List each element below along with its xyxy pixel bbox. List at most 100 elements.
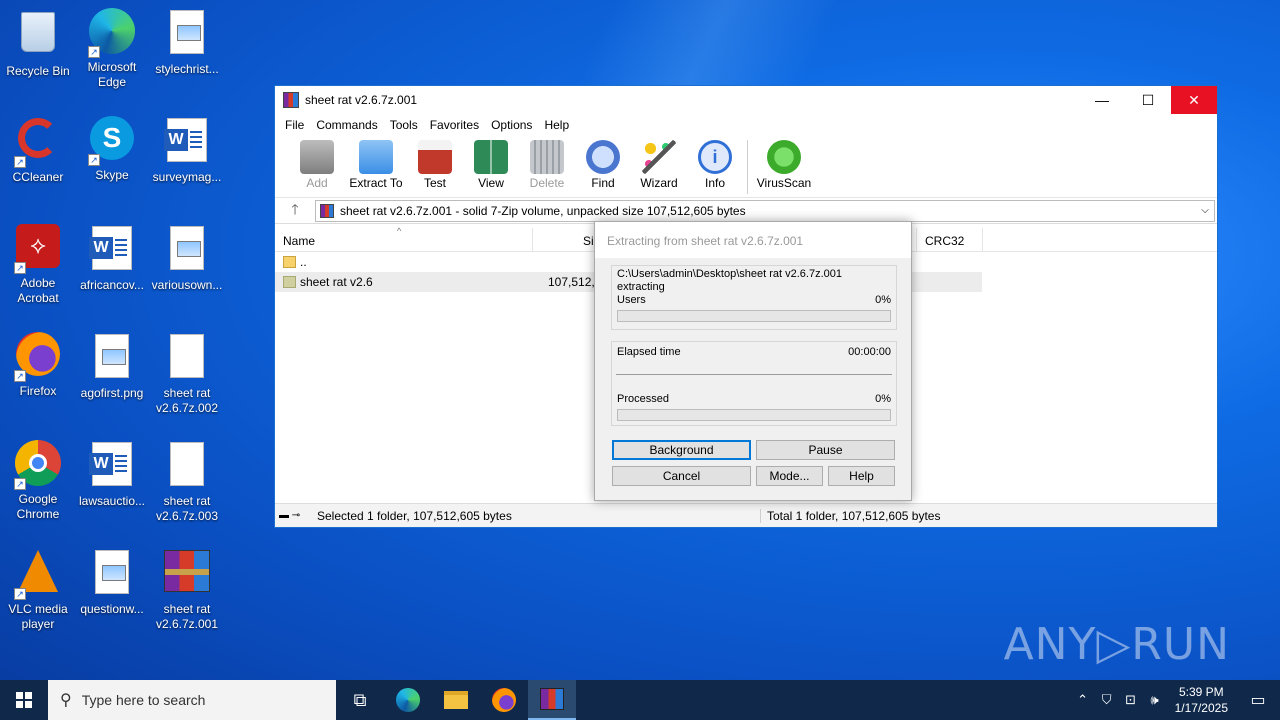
clock-time: 5:39 PM: [1178, 685, 1224, 699]
status-bar: ▬ ⊸ Selected 1 folder, 107,512,605 bytes…: [275, 503, 1217, 527]
desktop-icon-lawsauctio[interactable]: W lawsauctio...: [74, 440, 150, 509]
start-button[interactable]: [0, 680, 48, 720]
desktop-icon-microsoft-edge[interactable]: ↗ Microsoft Edge: [74, 8, 150, 90]
add-button-label: Add: [306, 176, 328, 190]
desktop-icon-sheet-rat-001[interactable]: sheet rat v2.6.7z.001: [149, 548, 225, 632]
column-header-crc32[interactable]: CRC32: [917, 228, 983, 251]
desktop-icon-africancov[interactable]: W africancov...: [74, 224, 150, 293]
shortcut-arrow-icon: ↗: [14, 478, 26, 490]
menu-options[interactable]: Options: [485, 118, 538, 132]
wizard-button-label: Wizard: [640, 176, 678, 190]
image-file-icon: [163, 10, 211, 58]
maximize-button[interactable]: ☐: [1125, 86, 1171, 114]
menu-file[interactable]: File: [279, 118, 310, 132]
desktop-icon-label: agofirst.png: [80, 386, 144, 400]
chevron-up-icon[interactable]: ⌃: [1071, 692, 1095, 708]
archive-path-field[interactable]: sheet rat v2.6.7z.001 - solid 7-Zip volu…: [315, 199, 1215, 222]
desktop-icon-questionw[interactable]: questionw...: [74, 548, 150, 617]
menu-tools[interactable]: Tools: [384, 118, 424, 132]
virusscan-button[interactable]: VirusScan: [752, 136, 816, 190]
winrar-taskbar-icon[interactable]: [528, 680, 576, 720]
word-document-icon: W: [88, 442, 136, 490]
wizard-button[interactable]: Wizard: [631, 136, 687, 190]
search-placeholder: Type here to search: [81, 692, 206, 708]
extract-progress-dialog: Extracting from sheet rat v2.6.7z.001 C:…: [594, 221, 912, 501]
drive-key-icon[interactable]: ▬ ⊸: [275, 510, 311, 521]
cancel-button[interactable]: Cancel: [612, 466, 751, 486]
shortcut-arrow-icon: ↗: [88, 154, 100, 166]
word-document-icon: W: [163, 118, 211, 166]
vlc-icon: ↗: [14, 550, 62, 600]
chevron-down-icon[interactable]: ⌵: [1196, 205, 1214, 216]
find-button[interactable]: Find: [575, 136, 631, 190]
blank-file-icon: [163, 442, 211, 490]
info-button-label: Info: [704, 176, 725, 190]
clock[interactable]: 5:39 PM 1/17/2025: [1167, 684, 1236, 716]
toolbar: Add Extract To Test View Delete Find Wiz…: [275, 136, 1217, 198]
mode-button[interactable]: Mode...: [756, 466, 823, 486]
close-button[interactable]: ✕: [1171, 86, 1217, 114]
dialog-title: Extracting from sheet rat v2.6.7z.001: [595, 222, 911, 258]
desktop-icon-label: sheet rat v2.6.7z.002: [155, 386, 219, 415]
up-arrow-icon[interactable]: 🡑: [275, 199, 315, 223]
desktop-icon-agofirst[interactable]: agofirst.png: [74, 332, 150, 401]
column-header-name[interactable]: Name ^: [275, 226, 533, 251]
desktop-icon-label: sheet rat v2.6.7z.001: [155, 602, 219, 631]
sort-ascending-icon: ^: [397, 226, 402, 236]
desktop-icon-vlc[interactable]: ↗ VLC media player: [0, 548, 76, 632]
menu-help[interactable]: Help: [538, 118, 575, 132]
desktop-icon-variousown[interactable]: variousown...: [149, 224, 225, 293]
edge-taskbar-icon[interactable]: [384, 680, 432, 720]
pause-button[interactable]: Pause: [756, 440, 895, 460]
extract-to-button[interactable]: Extract To: [345, 136, 407, 190]
desktop-icon-sheet-rat-003[interactable]: sheet rat v2.6.7z.003: [149, 440, 225, 524]
title-bar[interactable]: sheet rat v2.6.7z.001 — ☐ ✕: [275, 86, 1217, 114]
desktop-icon-sheet-rat-002[interactable]: sheet rat v2.6.7z.002: [149, 332, 225, 416]
menu-favorites[interactable]: Favorites: [424, 118, 485, 132]
add-button[interactable]: Add: [289, 136, 345, 190]
column-header-crc32-label: CRC32: [925, 234, 965, 248]
shortcut-arrow-icon: ↗: [14, 156, 26, 168]
taskbar-search[interactable]: ⚲ Type here to search: [48, 680, 336, 720]
menu-commands[interactable]: Commands: [310, 118, 383, 132]
blank-file-icon: [163, 334, 211, 382]
file-explorer-icon[interactable]: [432, 680, 480, 720]
desktop-icon-adobe-acrobat[interactable]: ⟡ ↗ Adobe Acrobat: [0, 224, 76, 306]
desktop-icon-label: surveymag...: [152, 170, 222, 184]
current-file-group: C:\Users\admin\Desktop\sheet rat v2.6.7z…: [611, 265, 897, 330]
test-button[interactable]: Test: [407, 136, 463, 190]
security-icon[interactable]: ⛉: [1095, 692, 1119, 708]
desktop-icon-firefox[interactable]: ↗ Firefox: [0, 332, 76, 399]
chrome-icon: ↗: [14, 440, 62, 490]
divider: [616, 374, 892, 375]
extract-to-button-label: Extract To: [349, 176, 403, 190]
info-button[interactable]: i Info: [687, 136, 743, 190]
menu-bar: File Commands Tools Favorites Options He…: [275, 114, 1217, 136]
view-button[interactable]: View: [463, 136, 519, 190]
desktop-icon-label: sheet rat v2.6.7z.003: [155, 494, 219, 523]
search-icon: ⚲: [60, 692, 72, 709]
current-item-label: Users: [617, 294, 646, 306]
action-text: extracting: [617, 281, 665, 293]
current-progress-bar: [617, 310, 891, 322]
firefox-taskbar-icon[interactable]: [480, 680, 528, 720]
network-icon[interactable]: ⊡: [1119, 692, 1143, 708]
help-button[interactable]: Help: [828, 466, 895, 486]
background-button[interactable]: Background: [612, 440, 751, 460]
desktop-icon-surveymag[interactable]: W surveymag...: [149, 116, 225, 185]
desktop-icon-recycle-bin[interactable]: Recycle Bin: [0, 8, 76, 79]
desktop-icon-stylechrist[interactable]: stylechrist...: [149, 8, 225, 77]
task-view-icon[interactable]: ⧉: [336, 680, 384, 720]
delete-button[interactable]: Delete: [519, 136, 575, 190]
desktop-icon-label: questionw...: [80, 602, 144, 616]
desktop-icon-google-chrome[interactable]: ↗ Google Chrome: [0, 440, 76, 522]
desktop-icon-ccleaner[interactable]: ↗ CCleaner: [0, 116, 76, 185]
volume-icon[interactable]: 🕪: [1143, 692, 1167, 708]
file-name: ..: [300, 255, 307, 269]
elapsed-value: 00:00:00: [848, 346, 891, 358]
desktop-icon-skype[interactable]: S ↗ Skype: [74, 116, 150, 183]
minimize-button[interactable]: —: [1079, 86, 1125, 114]
notification-icon[interactable]: ▭: [1236, 690, 1280, 710]
desktop-icon-label: Microsoft Edge: [87, 60, 137, 89]
elapsed-row: Elapsed time 00:00:00: [612, 346, 896, 358]
